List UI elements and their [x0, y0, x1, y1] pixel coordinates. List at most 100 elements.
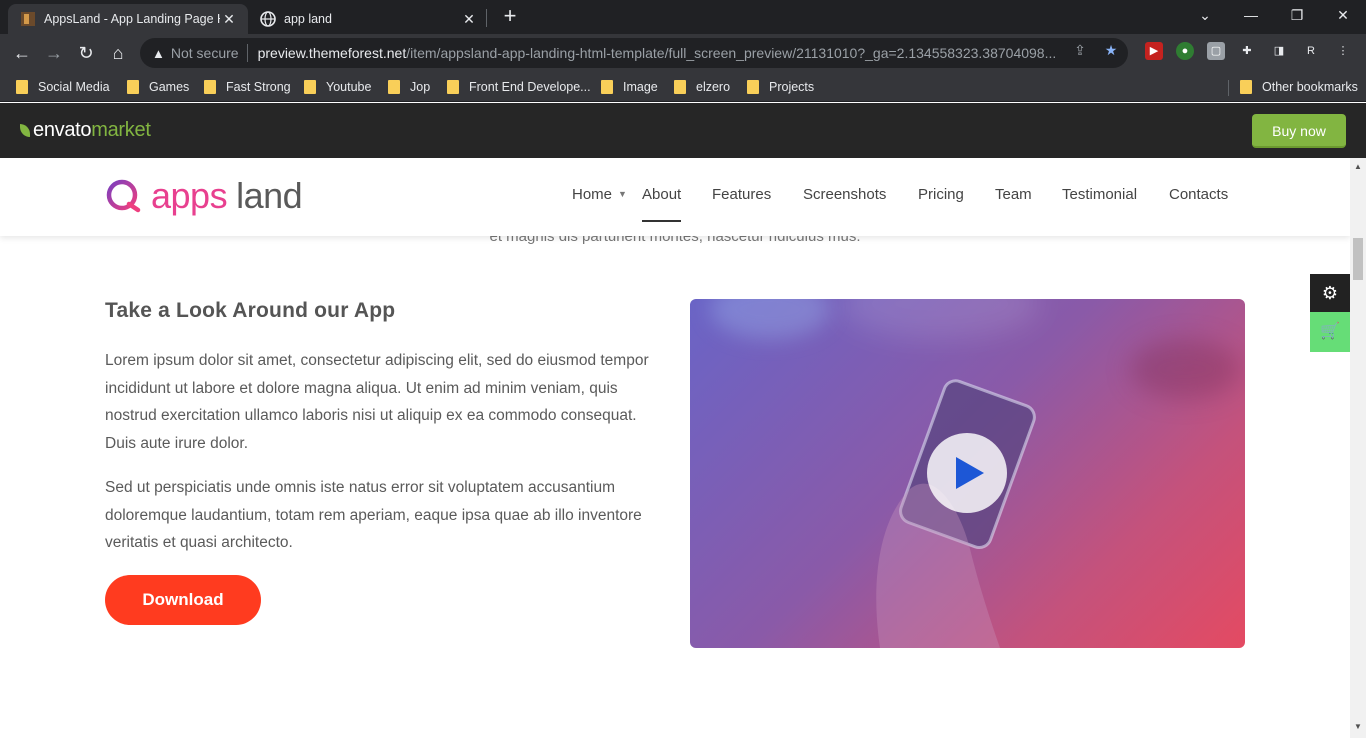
folder-icon: [127, 80, 139, 94]
bookmark-projects[interactable]: Projects: [747, 78, 814, 96]
nav-label: Pricing: [918, 186, 964, 203]
extension-grey-icon[interactable]: ▢: [1207, 42, 1225, 60]
security-status[interactable]: Not secure: [171, 45, 239, 61]
tab-close-icon[interactable]: ✕: [460, 10, 478, 28]
nav-team[interactable]: Team: [995, 186, 1032, 203]
bookmark-star-icon[interactable]: ★: [1101, 40, 1121, 60]
url-host: preview.themeforest.net: [257, 45, 407, 61]
tab-appsland[interactable]: AppsLand - App Landing Page HTML ✕: [8, 4, 248, 34]
forward-button[interactable]: →: [42, 41, 66, 65]
home-button[interactable]: ⌂: [106, 41, 130, 65]
play-button[interactable]: [927, 433, 1007, 513]
folder-icon: [1240, 80, 1252, 94]
extension-globe-icon[interactable]: ●: [1176, 42, 1194, 60]
bookmark-label: Youtube: [326, 80, 372, 94]
folder-icon: [16, 80, 28, 94]
scroll-up-arrow-icon[interactable]: ▲: [1350, 160, 1366, 174]
warning-icon: ▲: [152, 45, 165, 61]
brand-apps-text: apps: [151, 175, 228, 216]
page-scrollbar[interactable]: ▲ ▼: [1350, 158, 1366, 738]
folder-icon: [388, 80, 400, 94]
nav-label: Team: [995, 186, 1032, 203]
intro-paragraph: Lorem ipsum dolor sit amet, consectetur …: [105, 352, 649, 452]
tab-separator: [486, 9, 487, 27]
menu-kebab-icon[interactable]: ⋮: [1334, 42, 1352, 60]
envato-logo[interactable]: envatomarket: [20, 119, 151, 142]
folder-icon: [447, 80, 459, 94]
logo-envato-text: envato: [33, 119, 92, 141]
folder-icon: [304, 80, 316, 94]
bookmark-label: Social Media: [38, 80, 110, 94]
restore-button[interactable]: ❐: [1274, 0, 1320, 30]
tab-title: AppsLand - App Landing Page HTML: [44, 12, 220, 26]
bookmarks-bar: Social Media Games Fast Strong Youtube J…: [0, 72, 1366, 102]
bookmark-label: Games: [149, 80, 190, 94]
scroll-thumb[interactable]: [1353, 238, 1363, 280]
brand-land-text: land: [236, 175, 303, 216]
settings-gear-icon[interactable]: ⚙: [1310, 274, 1350, 312]
bookmark-label: Projects: [769, 80, 815, 94]
nav-contacts[interactable]: Contacts: [1169, 186, 1228, 203]
address-bar[interactable]: ▲ Not secure preview.themeforest.net /it…: [140, 38, 1128, 68]
reload-button[interactable]: ↻: [74, 41, 98, 65]
nav-label: About: [642, 186, 682, 203]
site-header: apps land Home ▼ About Features Screensho…: [0, 158, 1350, 236]
bookmark-label: Other bookmarks: [1262, 80, 1358, 94]
bookmark-label: Image: [623, 80, 658, 94]
download-button[interactable]: Download: [105, 575, 261, 625]
page-content: et magnis dis parturient montes, nascetu…: [0, 158, 1350, 738]
tab-title: app land: [284, 12, 332, 26]
bookmark-jop[interactable]: Jop: [388, 78, 430, 96]
cart-icon[interactable]: 🛒: [1310, 312, 1350, 352]
bookmark-games[interactable]: Games: [127, 78, 189, 96]
leaf-icon: [20, 124, 30, 137]
tab-close-icon[interactable]: ✕: [220, 10, 238, 28]
bookmarks-divider: [1228, 80, 1229, 96]
nav-label: Home: [572, 186, 613, 203]
nav-label: Features: [712, 186, 772, 203]
back-button[interactable]: ←: [10, 41, 34, 65]
brand-logo[interactable]: apps land: [105, 175, 303, 216]
bokeh-light: [840, 299, 1040, 339]
brand-q-icon: [106, 179, 141, 213]
nav-features[interactable]: Features: [712, 186, 771, 203]
bookmark-label: Jop: [410, 80, 431, 94]
detail-paragraph: Sed ut perspiciatis unde omnis iste natu…: [105, 479, 642, 551]
nav-label: Testimonial: [1062, 186, 1138, 203]
tab-search-dropdown-icon[interactable]: ⌄: [1182, 0, 1228, 30]
folder-icon: [204, 80, 216, 94]
new-tab-button[interactable]: +: [498, 5, 522, 29]
extension-red-icon[interactable]: ▶: [1145, 42, 1163, 60]
share-icon[interactable]: ⇪: [1070, 40, 1090, 60]
tab-app-land[interactable]: app land ✕: [248, 4, 488, 34]
minimize-button[interactable]: —: [1228, 0, 1274, 30]
browser-tab-strip: AppsLand - App Landing Page HTML ✕ app l…: [0, 0, 1366, 34]
nav-pricing[interactable]: Pricing: [918, 186, 964, 203]
bookmark-youtube[interactable]: Youtube: [304, 78, 371, 96]
bookmark-image[interactable]: Image: [601, 78, 658, 96]
scroll-down-arrow-icon[interactable]: ▼: [1350, 720, 1366, 734]
logo-market-text: market: [91, 119, 151, 141]
nav-screenshots[interactable]: Screenshots: [803, 186, 886, 203]
video-thumbnail[interactable]: [690, 299, 1245, 648]
chevron-down-icon: ▼: [618, 189, 627, 199]
side-panel-icon[interactable]: ◨: [1270, 42, 1288, 60]
window-close-button[interactable]: ✕: [1320, 0, 1366, 30]
nav-testimonial[interactable]: Testimonial: [1062, 186, 1137, 203]
folder-icon: [747, 80, 759, 94]
nav-label: Screenshots: [803, 186, 887, 203]
buy-now-button[interactable]: Buy now: [1252, 114, 1346, 148]
extensions-puzzle-icon[interactable]: ✚: [1238, 42, 1256, 60]
bookmark-front-end[interactable]: Front End Develope...: [447, 78, 591, 96]
nav-home[interactable]: Home ▼: [572, 186, 627, 203]
bookmark-label: Front End Develope...: [469, 80, 591, 94]
bookmark-elzero[interactable]: elzero: [674, 78, 730, 96]
bookmark-label: Fast Strong: [226, 80, 291, 94]
folder-icon: [601, 80, 613, 94]
profile-avatar[interactable]: R: [1302, 42, 1320, 60]
bookmark-other[interactable]: Other bookmarks: [1240, 78, 1358, 96]
section-title: Take a Look Around our App: [105, 299, 396, 322]
nav-about[interactable]: About: [642, 186, 682, 222]
bookmark-social-media[interactable]: Social Media: [16, 78, 110, 96]
bookmark-fast-strong[interactable]: Fast Strong: [204, 78, 291, 96]
